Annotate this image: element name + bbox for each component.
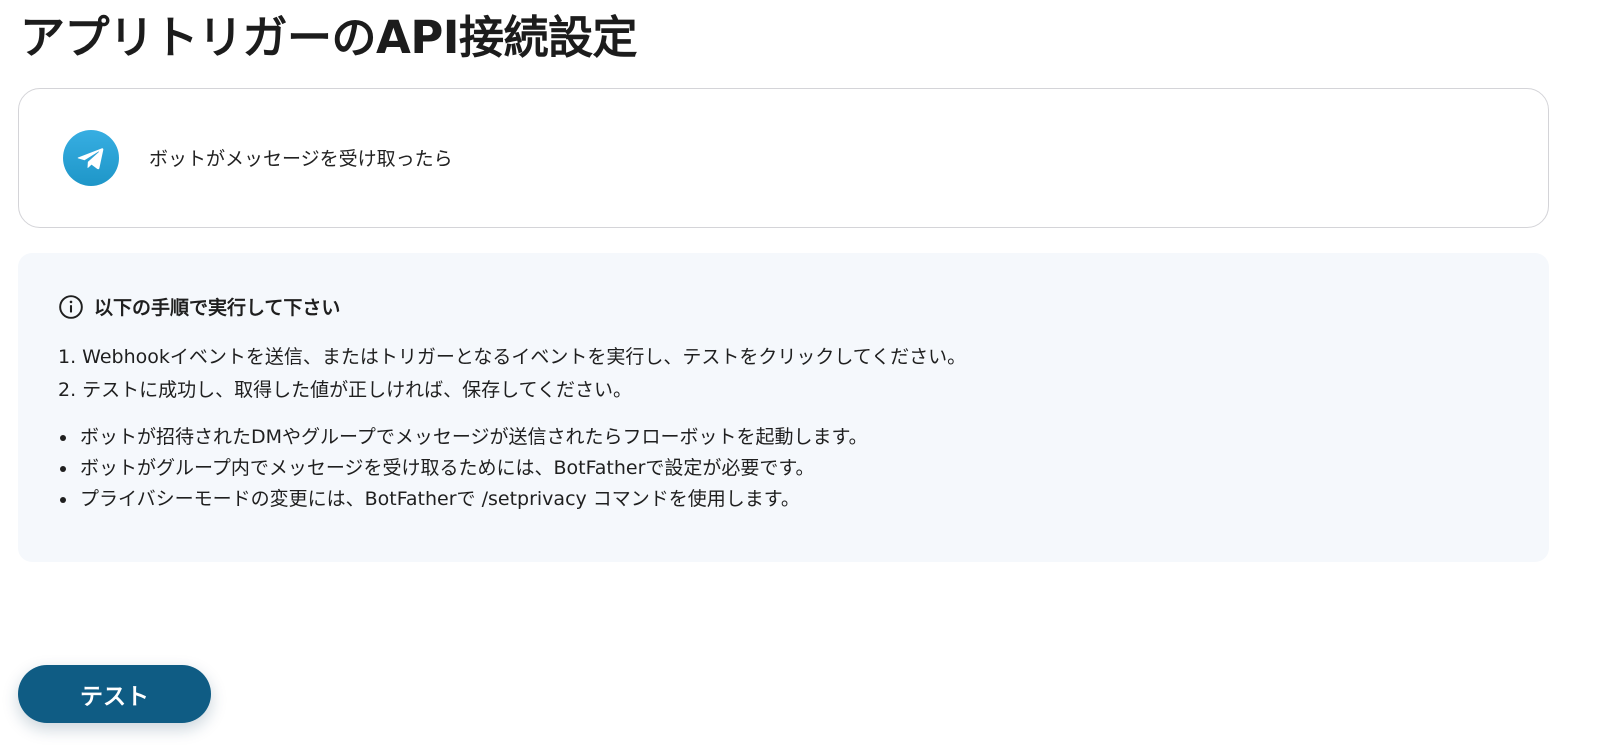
bullet-icon bbox=[60, 496, 66, 503]
paper-plane-icon bbox=[77, 148, 104, 170]
steps-list: 1. Webhookイベントを送信、またはトリガーとなるイベントを実行し、テスト… bbox=[58, 341, 966, 407]
instructions-heading-text: 以下の手順で実行して下さい bbox=[94, 297, 341, 319]
telegram-icon bbox=[63, 130, 119, 186]
note-item: プライバシーモードの変更には、BotFatherで /setprivacy コマ… bbox=[58, 484, 868, 515]
step-item: 1. Webhookイベントを送信、またはトリガーとなるイベントを実行し、テスト… bbox=[58, 346, 967, 368]
note-text: ボットが招待されたDMやグループでメッセージが送信されたらフローボットを起動しま… bbox=[80, 426, 868, 448]
page-title: アプリトリガーのAPI接続設定 bbox=[20, 11, 638, 64]
instructions-panel: 以下の手順で実行して下さい 1. Webhookイベントを送信、またはトリガーと… bbox=[18, 253, 1549, 562]
info-circle-icon bbox=[59, 294, 83, 319]
note-item: ボットがグループ内でメッセージを受け取るためには、BotFatherで設定が必要… bbox=[58, 453, 868, 484]
bullet-icon bbox=[60, 465, 66, 472]
trigger-card[interactable]: ボットがメッセージを受け取ったら bbox=[18, 88, 1549, 228]
note-text: ボットがグループ内でメッセージを受け取るためには、BotFatherで設定が必要… bbox=[80, 457, 815, 479]
trigger-label: ボットがメッセージを受け取ったら bbox=[149, 148, 453, 170]
instructions-heading: 以下の手順で実行して下さい bbox=[58, 293, 340, 320]
step-item: 2. テストに成功し、取得した値が正しければ、保存してください。 bbox=[58, 379, 633, 401]
notes-list: ボットが招待されたDMやグループでメッセージが送信されたらフローボットを起動しま… bbox=[58, 422, 868, 515]
bullet-icon bbox=[60, 434, 66, 441]
note-item: ボットが招待されたDMやグループでメッセージが送信されたらフローボットを起動しま… bbox=[58, 422, 868, 453]
test-button[interactable]: テスト bbox=[18, 665, 211, 723]
note-text: プライバシーモードの変更には、BotFatherで /setprivacy コマ… bbox=[80, 488, 800, 510]
